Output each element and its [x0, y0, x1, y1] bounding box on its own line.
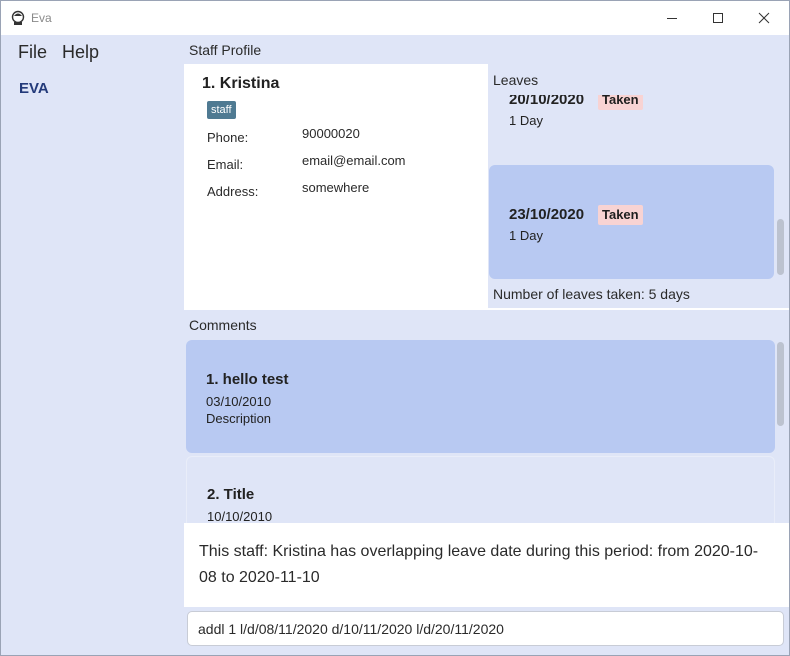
leave-status-badge: Taken [598, 95, 643, 110]
leaves-list[interactable]: 20/10/2020 Taken 1 Day 23/10/2020 Taken … [489, 95, 775, 279]
leave-duration: 1 Day [509, 113, 543, 128]
result-display: This staff: Kristina has overlapping lea… [184, 523, 789, 607]
maximize-icon [713, 13, 723, 23]
leaves-title: Leaves [493, 72, 539, 88]
maximize-button[interactable] [695, 1, 741, 35]
leave-date: 23/10/2020 [509, 206, 585, 223]
phone-value: 90000020 [302, 126, 360, 141]
minimize-button[interactable] [649, 1, 695, 35]
leaves-taken-summary: Number of leaves taken: 5 days [493, 286, 690, 302]
comments-header: Comments [184, 310, 789, 338]
minimize-icon [667, 18, 677, 19]
phone-label: Phone: [207, 130, 249, 145]
comment-title: 2. Title [207, 486, 255, 503]
leave-status-badge: Taken [598, 205, 643, 225]
command-box [184, 607, 789, 655]
leave-item-selected[interactable]: 23/10/2020 Taken 1 Day [489, 165, 774, 279]
close-button[interactable] [741, 1, 787, 35]
comment-item[interactable]: 2. Title 10/10/2010 [186, 456, 775, 523]
app-window: Eva File Help EVA Staff Profile 1. Krist… [0, 0, 790, 656]
leaves-panel: Leaves 20/10/2020 Taken 1 Day 23/10/2020… [488, 64, 789, 308]
email-value: email@email.com [302, 153, 406, 168]
result-message: This staff: Kristina has overlapping lea… [199, 543, 759, 586]
email-label: Email: [207, 157, 244, 172]
staff-profile-card: 1. Kristina staff Phone: 90000020 Email:… [186, 64, 488, 308]
address-label: Address: [207, 184, 259, 199]
comments-title: Comments [189, 317, 257, 333]
staff-name: 1. Kristina [202, 75, 280, 92]
leave-duration: 1 Day [509, 228, 543, 243]
comments-scrollbar[interactable] [777, 340, 785, 520]
close-icon [758, 12, 770, 24]
comment-date: 10/10/2010 [207, 509, 273, 523]
staff-tag: staff [207, 101, 236, 119]
leave-item[interactable]: 20/10/2020 Taken 1 Day [489, 95, 774, 161]
command-input[interactable] [187, 611, 784, 646]
staff-profile-title: Staff Profile [189, 42, 262, 58]
staff-profile-header: Staff Profile [184, 35, 789, 64]
leave-date: 20/10/2020 [509, 95, 585, 108]
app-icon [11, 10, 25, 25]
comments-scrollbar-thumb[interactable] [777, 342, 784, 426]
menu-help[interactable]: Help [62, 42, 99, 63]
comment-title: 1. hello test [206, 371, 289, 388]
comment-description: Description [206, 411, 272, 426]
leaves-scrollbar[interactable] [777, 95, 785, 279]
leaves-scrollbar-thumb[interactable] [777, 219, 784, 275]
comment-date: 03/10/2010 [206, 394, 272, 409]
address-value: somewhere [302, 180, 370, 195]
sidebar: File Help EVA [1, 35, 184, 655]
brand-label[interactable]: EVA [19, 80, 49, 97]
comments-list[interactable]: 1. hello test 03/10/2010 Description 2. … [184, 338, 789, 523]
menu-file[interactable]: File [18, 42, 47, 63]
comment-item-selected[interactable]: 1. hello test 03/10/2010 Description [186, 340, 775, 453]
title-bar: Eva [1, 1, 789, 35]
window-title: Eva [31, 11, 52, 25]
